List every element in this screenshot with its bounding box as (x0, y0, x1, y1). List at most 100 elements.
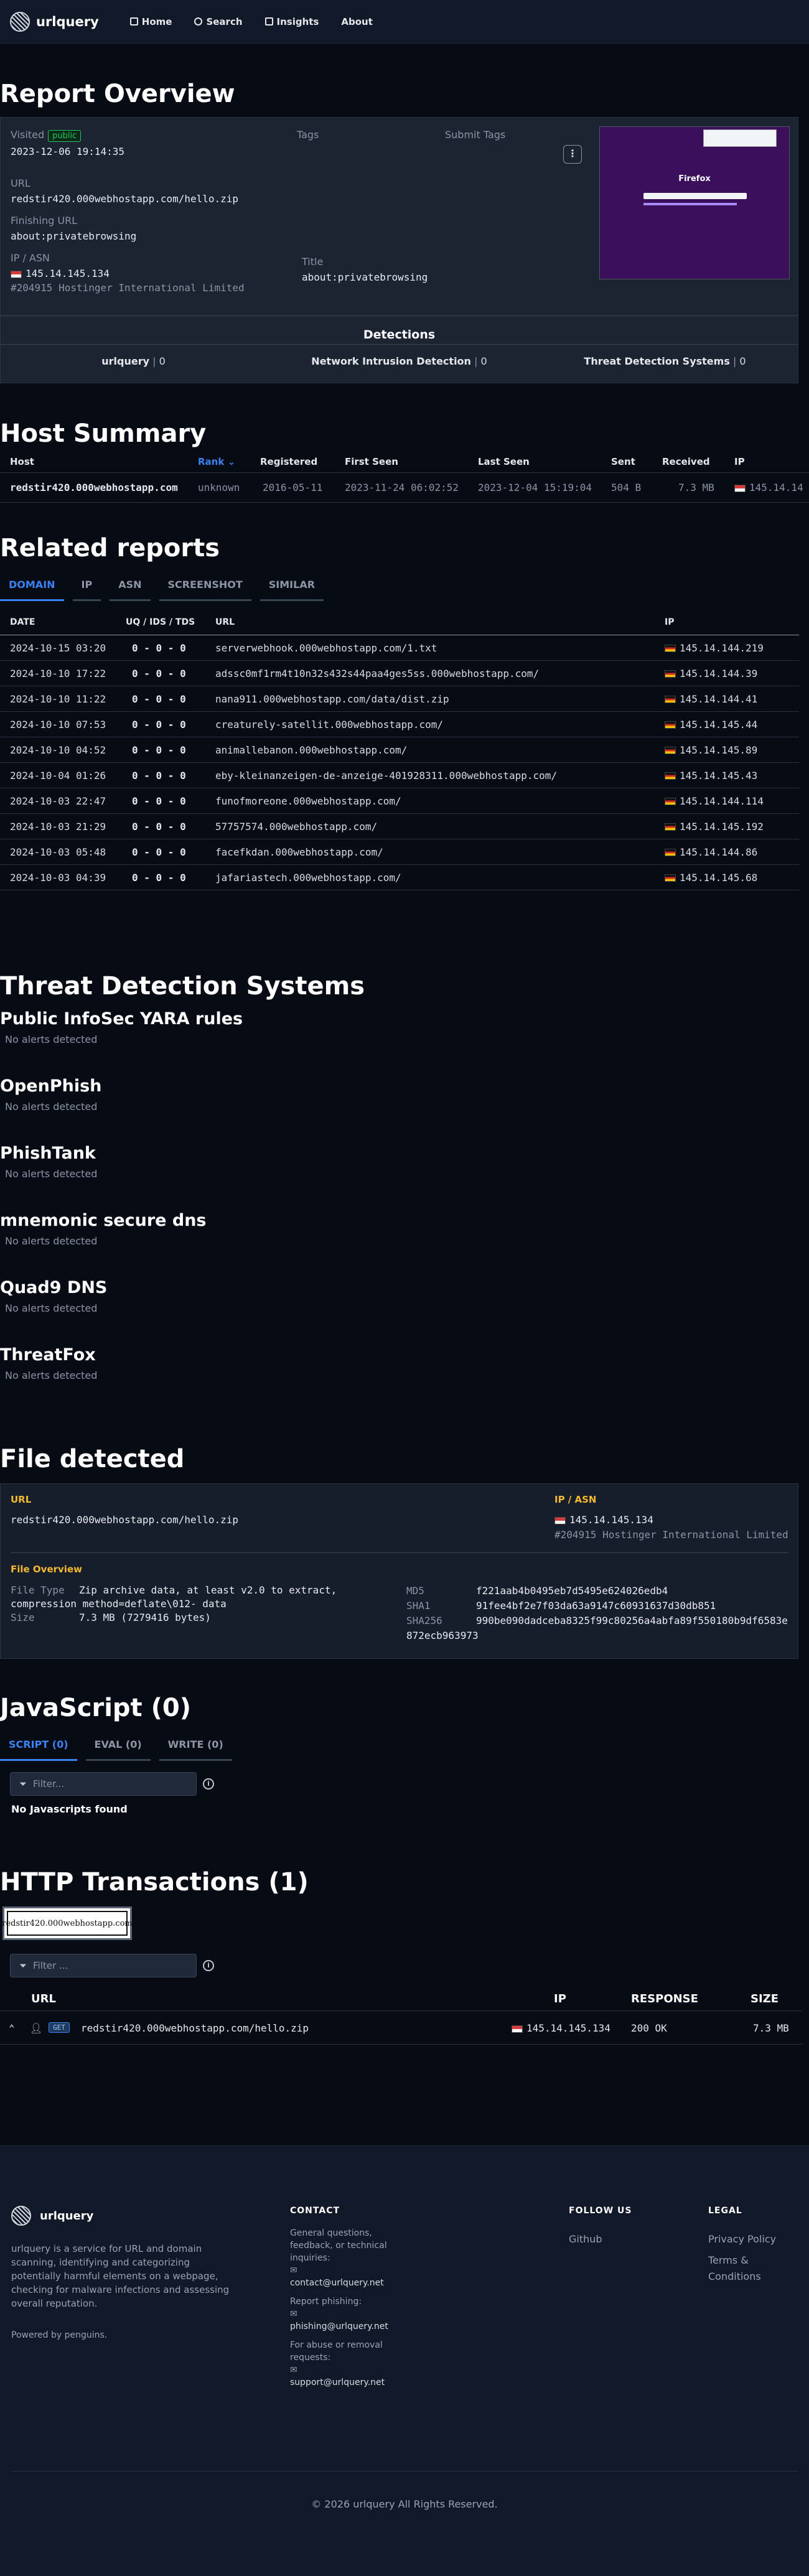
host-rank: unknown (198, 482, 240, 493)
related-ip[interactable]: 145.14.144.114 (680, 795, 764, 807)
related-ip[interactable]: 145.14.145.44 (680, 719, 757, 730)
file-type-value-2: compression method=deflate\012- data (11, 1598, 227, 1610)
related-counts: 0 - 0 - 0 (132, 820, 186, 833)
related-row[interactable]: 2024-10-03 05:48 0 - 0 - 0 facefkdan.000we… (0, 839, 799, 865)
host-summary-title: Host Summary (0, 419, 207, 448)
host-chip[interactable]: redstir420.000webhostapp.com (2, 1906, 133, 1940)
sha256-value[interactable]: 990be090dadceba8325f99c80256a4abfa89f550… (476, 1615, 788, 1626)
tab-script[interactable]: SCRIPT (0) (0, 1738, 77, 1761)
nav-about[interactable]: About (341, 16, 373, 27)
info-icon[interactable]: i (203, 1960, 214, 1971)
related-url[interactable]: eby-kleinanzeigen-de-anzeige-401928311.0… (215, 770, 557, 782)
http-ip-value[interactable]: 145.14.145.134 (526, 2022, 610, 2034)
http-url-value[interactable]: redstir420.000webhostapp.com/hello.zip (81, 2022, 309, 2034)
sha1-value[interactable]: 91fee4bf2e7f03da63a9147c60931637d30db851 (476, 1600, 716, 1612)
related-row[interactable]: 2024-10-03 22:47 0 - 0 - 0 funofmoreone.00… (0, 788, 799, 814)
submit-tags-link[interactable]: Submit Tags (445, 129, 505, 141)
md5-value[interactable]: f221aab4b0495eb7d5495e624026edb4 (476, 1585, 668, 1597)
file-asn-value[interactable]: #204915 Hostinger International Limited (554, 1529, 788, 1541)
last-seen-col-header[interactable]: Last Seen (478, 456, 530, 467)
related-ip[interactable]: 145.14.145.192 (680, 821, 764, 833)
phishing-email[interactable]: phishing@urlquery.net (290, 2320, 390, 2333)
first-seen-col-header[interactable]: First Seen (345, 456, 398, 467)
related-row[interactable]: 2024-10-03 21:29 0 - 0 - 0 57757574.000web… (0, 814, 799, 839)
tab-similar[interactable]: SIMILAR (260, 579, 324, 601)
detection-urlquery[interactable]: urlquery | 0 (1, 355, 266, 367)
sha256-value-2[interactable]: 872ecb963973 (406, 1628, 792, 1643)
detection-tds[interactable]: Threat Detection Systems | 0 (532, 355, 798, 367)
no-javascripts-message: No Javascripts found (11, 1803, 128, 1815)
related-row[interactable]: 2024-10-10 04:52 0 - 0 - 0 animallebanon.0… (0, 737, 799, 763)
url-value[interactable]: redstir420.000webhostapp.com/hello.zip (11, 193, 245, 205)
related-ip[interactable]: 145.14.145.43 (680, 770, 757, 782)
related-url[interactable]: adssc0mf1rm4t10n32s432s44paa4ges5ss.000w… (215, 668, 539, 679)
related-row[interactable]: 2024-10-10 11:22 0 - 0 - 0 nana911.000webh… (0, 686, 799, 712)
tds-system-status: No alerts detected (5, 1034, 98, 1045)
related-row[interactable]: 2024-10-03 04:39 0 - 0 - 0 jafariastech.00… (0, 865, 799, 890)
related-ip[interactable]: 145.14.145.89 (680, 744, 757, 756)
footer-brand[interactable]: urlquery (11, 2206, 93, 2226)
contact-email[interactable]: contact@urlquery.net (290, 2277, 390, 2289)
related-url[interactable]: nana911.000webhostapp.com/data/dist.zip (215, 693, 449, 705)
related-ip[interactable]: 145.14.145.68 (680, 872, 757, 884)
screenshot-line (643, 203, 737, 205)
host-col-header[interactable]: Host (10, 456, 34, 467)
related-ip[interactable]: 145.14.144.41 (680, 693, 757, 705)
flag-icon (665, 721, 676, 729)
sent-col-header[interactable]: Sent (611, 456, 635, 467)
related-ip[interactable]: 145.14.144.39 (680, 668, 757, 679)
tds-system-status: No alerts detected (5, 1370, 98, 1381)
support-email[interactable]: support@urlquery.net (290, 2376, 390, 2389)
nav-home[interactable]: Home (129, 16, 172, 27)
related-url[interactable]: creaturely-satellit.000webhostapp.com/ (215, 719, 443, 730)
detection-nids[interactable]: Network Intrusion Detection | 0 (266, 355, 532, 367)
http-filter-input[interactable]: ⏷ Filter ... (10, 1954, 197, 1977)
chevron-up-icon[interactable]: ⌃ (9, 2022, 15, 2034)
javascript-filter-input[interactable]: ⏷ Filter... (10, 1772, 197, 1796)
related-tabs: DOMAIN IP ASN SCREENSHOT SIMILAR (0, 579, 324, 601)
related-url[interactable]: 57757574.000webhostapp.com/ (215, 821, 377, 833)
related-date: 2024-10-03 05:48 (10, 846, 106, 858)
file-ip-value[interactable]: 145.14.145.134 (569, 1514, 653, 1526)
file-url-value[interactable]: redstir420.000webhostapp.com/hello.zip (11, 1514, 238, 1526)
nav-search[interactable]: Search (194, 16, 243, 27)
tab-ip[interactable]: IP (72, 579, 101, 601)
page-screenshot[interactable]: Firefox (599, 126, 790, 279)
rank-col-header[interactable]: Rank ⌄ (198, 456, 235, 467)
more-options-button[interactable]: ⋮ (563, 145, 582, 164)
info-icon[interactable]: i (203, 1778, 214, 1790)
file-type-value: Zip archive data, at least v2.0 to extra… (79, 1584, 337, 1596)
terms-link[interactable]: Terms & Conditions (708, 2252, 789, 2285)
related-row[interactable]: 2024-10-10 07:53 0 - 0 - 0 creaturely-sate… (0, 712, 799, 737)
related-url[interactable]: animallebanon.000webhostapp.com/ (215, 744, 407, 756)
http-transaction-row[interactable]: ⌃ 👤︎ GET redstir420.000webhostapp.com/he… (0, 2016, 803, 2045)
related-url[interactable]: serverwebhook.000webhostapp.com/1.txt (215, 642, 437, 654)
registered-col-header[interactable]: Registered (260, 456, 317, 467)
tab-write[interactable]: WRITE (0) (159, 1738, 232, 1761)
tab-domain[interactable]: DOMAIN (0, 579, 64, 601)
related-url[interactable]: facefkdan.000webhostapp.com/ (215, 846, 383, 858)
tds-list: Public InfoSec YARA rules No alerts detec… (0, 1009, 809, 1412)
related-row[interactable]: 2024-10-04 01:26 0 - 0 - 0 eby-kleinanzeig… (0, 763, 799, 788)
ip-value[interactable]: 145.14.145.134 (26, 268, 110, 279)
counts-col-header: UQ / IDS / TDS (126, 617, 195, 627)
ip-col-header[interactable]: IP (734, 456, 745, 467)
tab-screenshot[interactable]: SCREENSHOT (159, 579, 251, 601)
tab-asn[interactable]: ASN (110, 579, 151, 601)
host-name[interactable]: redstir420.000webhostapp.com (10, 482, 178, 493)
related-row[interactable]: 2024-10-10 17:22 0 - 0 - 0 adssc0mf1rm4t10… (0, 661, 799, 686)
nav-insights[interactable]: Insights (264, 16, 319, 27)
top-navbar: urlquery Home Search Insights About (0, 0, 809, 44)
received-col-header[interactable]: Received (662, 456, 710, 467)
related-ip[interactable]: 145.14.144.86 (680, 846, 757, 858)
privacy-link[interactable]: Privacy Policy (708, 2233, 789, 2245)
related-ip[interactable]: 145.14.144.219 (680, 642, 764, 654)
asn-value[interactable]: #204915 Hostinger International Limited (11, 282, 245, 294)
host-ip[interactable]: 145.14.14 (749, 482, 803, 493)
related-url[interactable]: jafariastech.000webhostapp.com/ (215, 872, 401, 884)
related-url[interactable]: funofmoreone.000webhostapp.com/ (215, 795, 401, 807)
related-row[interactable]: 2024-10-15 03:20 0 - 0 - 0 serverwebhook.0… (0, 635, 799, 661)
brand-logo[interactable]: urlquery (10, 11, 99, 32)
tab-eval[interactable]: EVAL (0) (85, 1738, 151, 1761)
github-link[interactable]: Github (569, 2233, 632, 2245)
